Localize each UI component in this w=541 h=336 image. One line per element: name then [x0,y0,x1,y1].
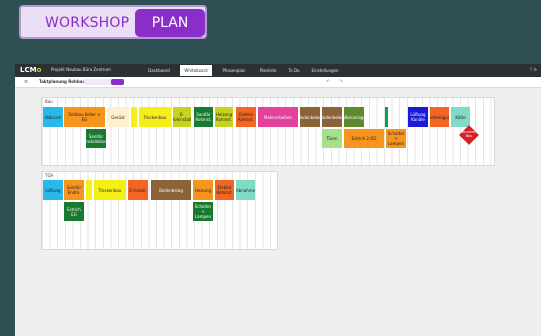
task-card[interactable]: Heizung Rohinst. [215,107,233,127]
task-card[interactable]: Bodenbelag [322,107,342,127]
task-card[interactable]: Bodenbelag [151,180,191,200]
board-toolbar: ≡ Taktplanung Rohbau ↶ ↷ [15,77,541,88]
task-card[interactable]: Elektro Rohinst. [236,107,256,127]
task-card[interactable]: Elektro Rohinst. [215,180,234,200]
task-card[interactable]: Außenanlagen [344,107,364,127]
task-card[interactable]: Estrich 2.OG [344,129,384,148]
undo-icon[interactable]: ↶ [326,79,330,85]
task-card[interactable]: Gerüst [107,107,129,127]
milestone-label: Abnahme Bau [460,130,478,138]
task-card[interactable]: Rohbau Keller + EG [64,107,105,127]
project-name[interactable]: Projekt Neubau Büro Zentrum [51,67,111,72]
task-card[interactable]: Sanitär Endm. [64,180,84,200]
task-card[interactable]: Estrich EG [64,202,84,221]
nav-todo[interactable]: To Do [283,65,305,76]
menu-icon[interactable]: ≡ [24,79,28,85]
filter-chip[interactable] [84,79,124,85]
task-card[interactable]: Trockenbau [94,180,126,200]
task-card[interactable]: Abnahme [236,180,255,200]
task-card[interactable] [131,107,137,127]
task-card[interactable]: Trockenbau [139,107,171,127]
section-label: Bau [45,99,53,104]
task-card[interactable]: Lüftung Kanäle [408,107,428,127]
task-card[interactable]: Lüftung [43,180,63,200]
task-card[interactable]: Schalter + Lampen [193,202,213,221]
section-label: TGA [45,173,54,178]
redo-icon[interactable]: ↷ [339,79,343,85]
nav-phasenplan[interactable]: Phasenplan [214,65,254,76]
board-title: Taktplanung Rohbau [39,79,86,84]
task-card[interactable]: Abbruch [43,107,63,127]
help-settings-icons[interactable]: ? ⚙ [530,67,537,72]
nav-planliste[interactable]: Planliste [253,65,283,76]
task-card[interactable]: Sanitär Installation [86,129,106,148]
task-card[interactable]: Sanitär Rohinst. [194,107,213,127]
task-card[interactable]: Heizung [193,180,213,200]
workshop-plan-badge: WORKSHOP PLAN [19,5,207,39]
task-card[interactable]: Türen [322,129,342,148]
task-card[interactable] [86,180,92,200]
task-card[interactable] [385,107,388,127]
app-logo[interactable]: LCMo [20,66,41,74]
filter-chip-tag [111,79,124,85]
nav-dashboard[interactable]: Dashboard [139,65,179,76]
task-card[interactable]: Endreinigung [430,107,449,127]
plan-label: PLAN [135,9,205,37]
nav-whiteboard[interactable]: Whiteboard [180,65,212,76]
task-card[interactable]: E-Rohinstall. [173,107,191,127]
task-card[interactable]: Malerarbeiten [258,107,298,127]
workshop-label: WORKSHOP [45,15,130,31]
nav-einstellungen[interactable]: Einstellungen [306,65,344,76]
task-card[interactable]: Schalter + Lampen [386,129,406,148]
task-card[interactable]: Kälte [451,107,470,127]
task-card[interactable]: Bodenbelag [300,107,320,127]
top-nav-bar: LCMo Projekt Neubau Büro Zentrum Dashboa… [15,64,541,77]
task-card[interactable]: E-Install. [128,180,148,200]
